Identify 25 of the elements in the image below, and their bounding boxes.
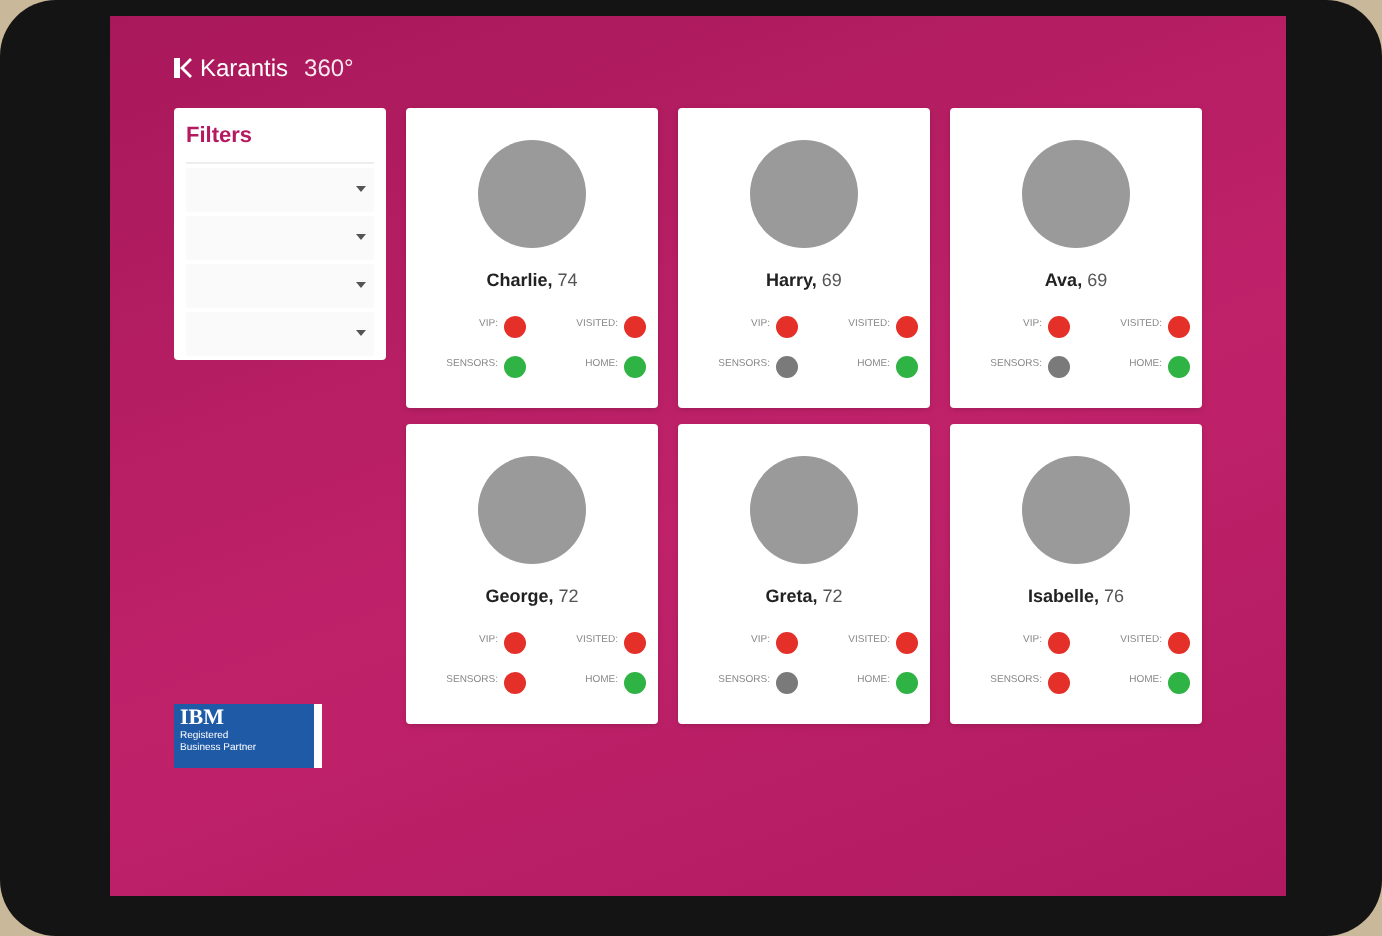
caret-icon [356, 282, 366, 288]
filter-select[interactable] [186, 167, 374, 211]
avatar-placeholder [750, 140, 858, 248]
filters-title: Filters [186, 120, 374, 163]
resident-name: Harry, 69 [766, 268, 842, 294]
resident-name: Greta, 72 [765, 584, 843, 610]
avatar-placeholder [1022, 456, 1130, 564]
brand-name: Karantis [200, 52, 289, 86]
version-label: 360° [304, 52, 354, 86]
resident-name: Charlie, 74 [486, 268, 578, 294]
avatar-placeholder [1022, 140, 1130, 248]
filter-select[interactable] [186, 215, 374, 259]
resident-name: Ava, 69 [1044, 268, 1108, 294]
avatar-placeholder [478, 456, 586, 564]
caret-icon [356, 330, 366, 336]
logo-icon [174, 58, 192, 78]
resident-name: Isabelle, 76 [1027, 584, 1125, 610]
filter-select[interactable] [186, 311, 374, 355]
partner-logo: IBM [180, 708, 226, 730]
caret-icon [356, 234, 366, 240]
caret-icon [356, 186, 366, 192]
avatar-placeholder [750, 456, 858, 564]
resident-name: George, 72 [485, 584, 579, 610]
avatar-placeholder [478, 140, 586, 248]
filter-select[interactable] [186, 263, 374, 307]
